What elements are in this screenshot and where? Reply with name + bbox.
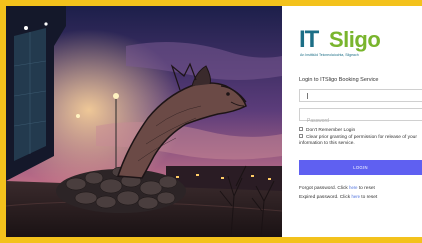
logo-subtitle: An Institiúid Teicneolaíochta, Sligeach [300,53,359,57]
page-frame: IT Sligo An Institiúid Teicneolaíochta, … [0,0,422,243]
text-cursor [307,93,308,99]
login-panel: IT Sligo An Institiúid Teicneolaíochta, … [282,6,422,237]
campus-salmon-sculpture-image [6,6,282,237]
itsligo-logo: IT Sligo An Institiúid Teicneolaíochta, … [299,26,395,60]
background-photo [6,6,282,237]
clear-consent-label-line2: information to this service. [299,141,355,146]
login-button[interactable]: LOGIN [299,160,422,175]
forgot-password-line: Forgot password. Click here to reset [299,185,375,191]
clear-consent-row[interactable]: Clear prior granting of permission for r… [299,134,422,141]
login-title: Login to ITSligo Booking Service [299,77,379,83]
clear-consent-label: Clear prior granting of permission for r… [306,135,417,140]
password-field[interactable] [299,108,422,127]
logo-sligo-text: Sligo [329,27,381,52]
expired-password-prefix: Expired password. Click [299,195,352,200]
logo-it-text: IT [299,26,319,53]
dont-remember-label: Don't Remember Login [306,128,356,133]
password-input[interactable] [300,115,422,127]
username-field[interactable] [299,89,422,108]
expired-password-line: Expired password. Click here to reset [299,194,377,200]
username-input[interactable] [300,96,422,108]
dont-remember-row[interactable]: Don't Remember Login [299,127,355,134]
expired-password-link[interactable]: here [352,194,360,199]
dont-remember-checkbox[interactable] [299,127,303,131]
forgot-password-link[interactable]: here [349,185,357,190]
clear-consent-checkbox[interactable] [299,134,303,138]
forgot-password-suffix: to reset [357,186,375,191]
expired-password-suffix: to reset [359,195,378,200]
forgot-password-prefix: Forgot password. Click [299,186,350,191]
